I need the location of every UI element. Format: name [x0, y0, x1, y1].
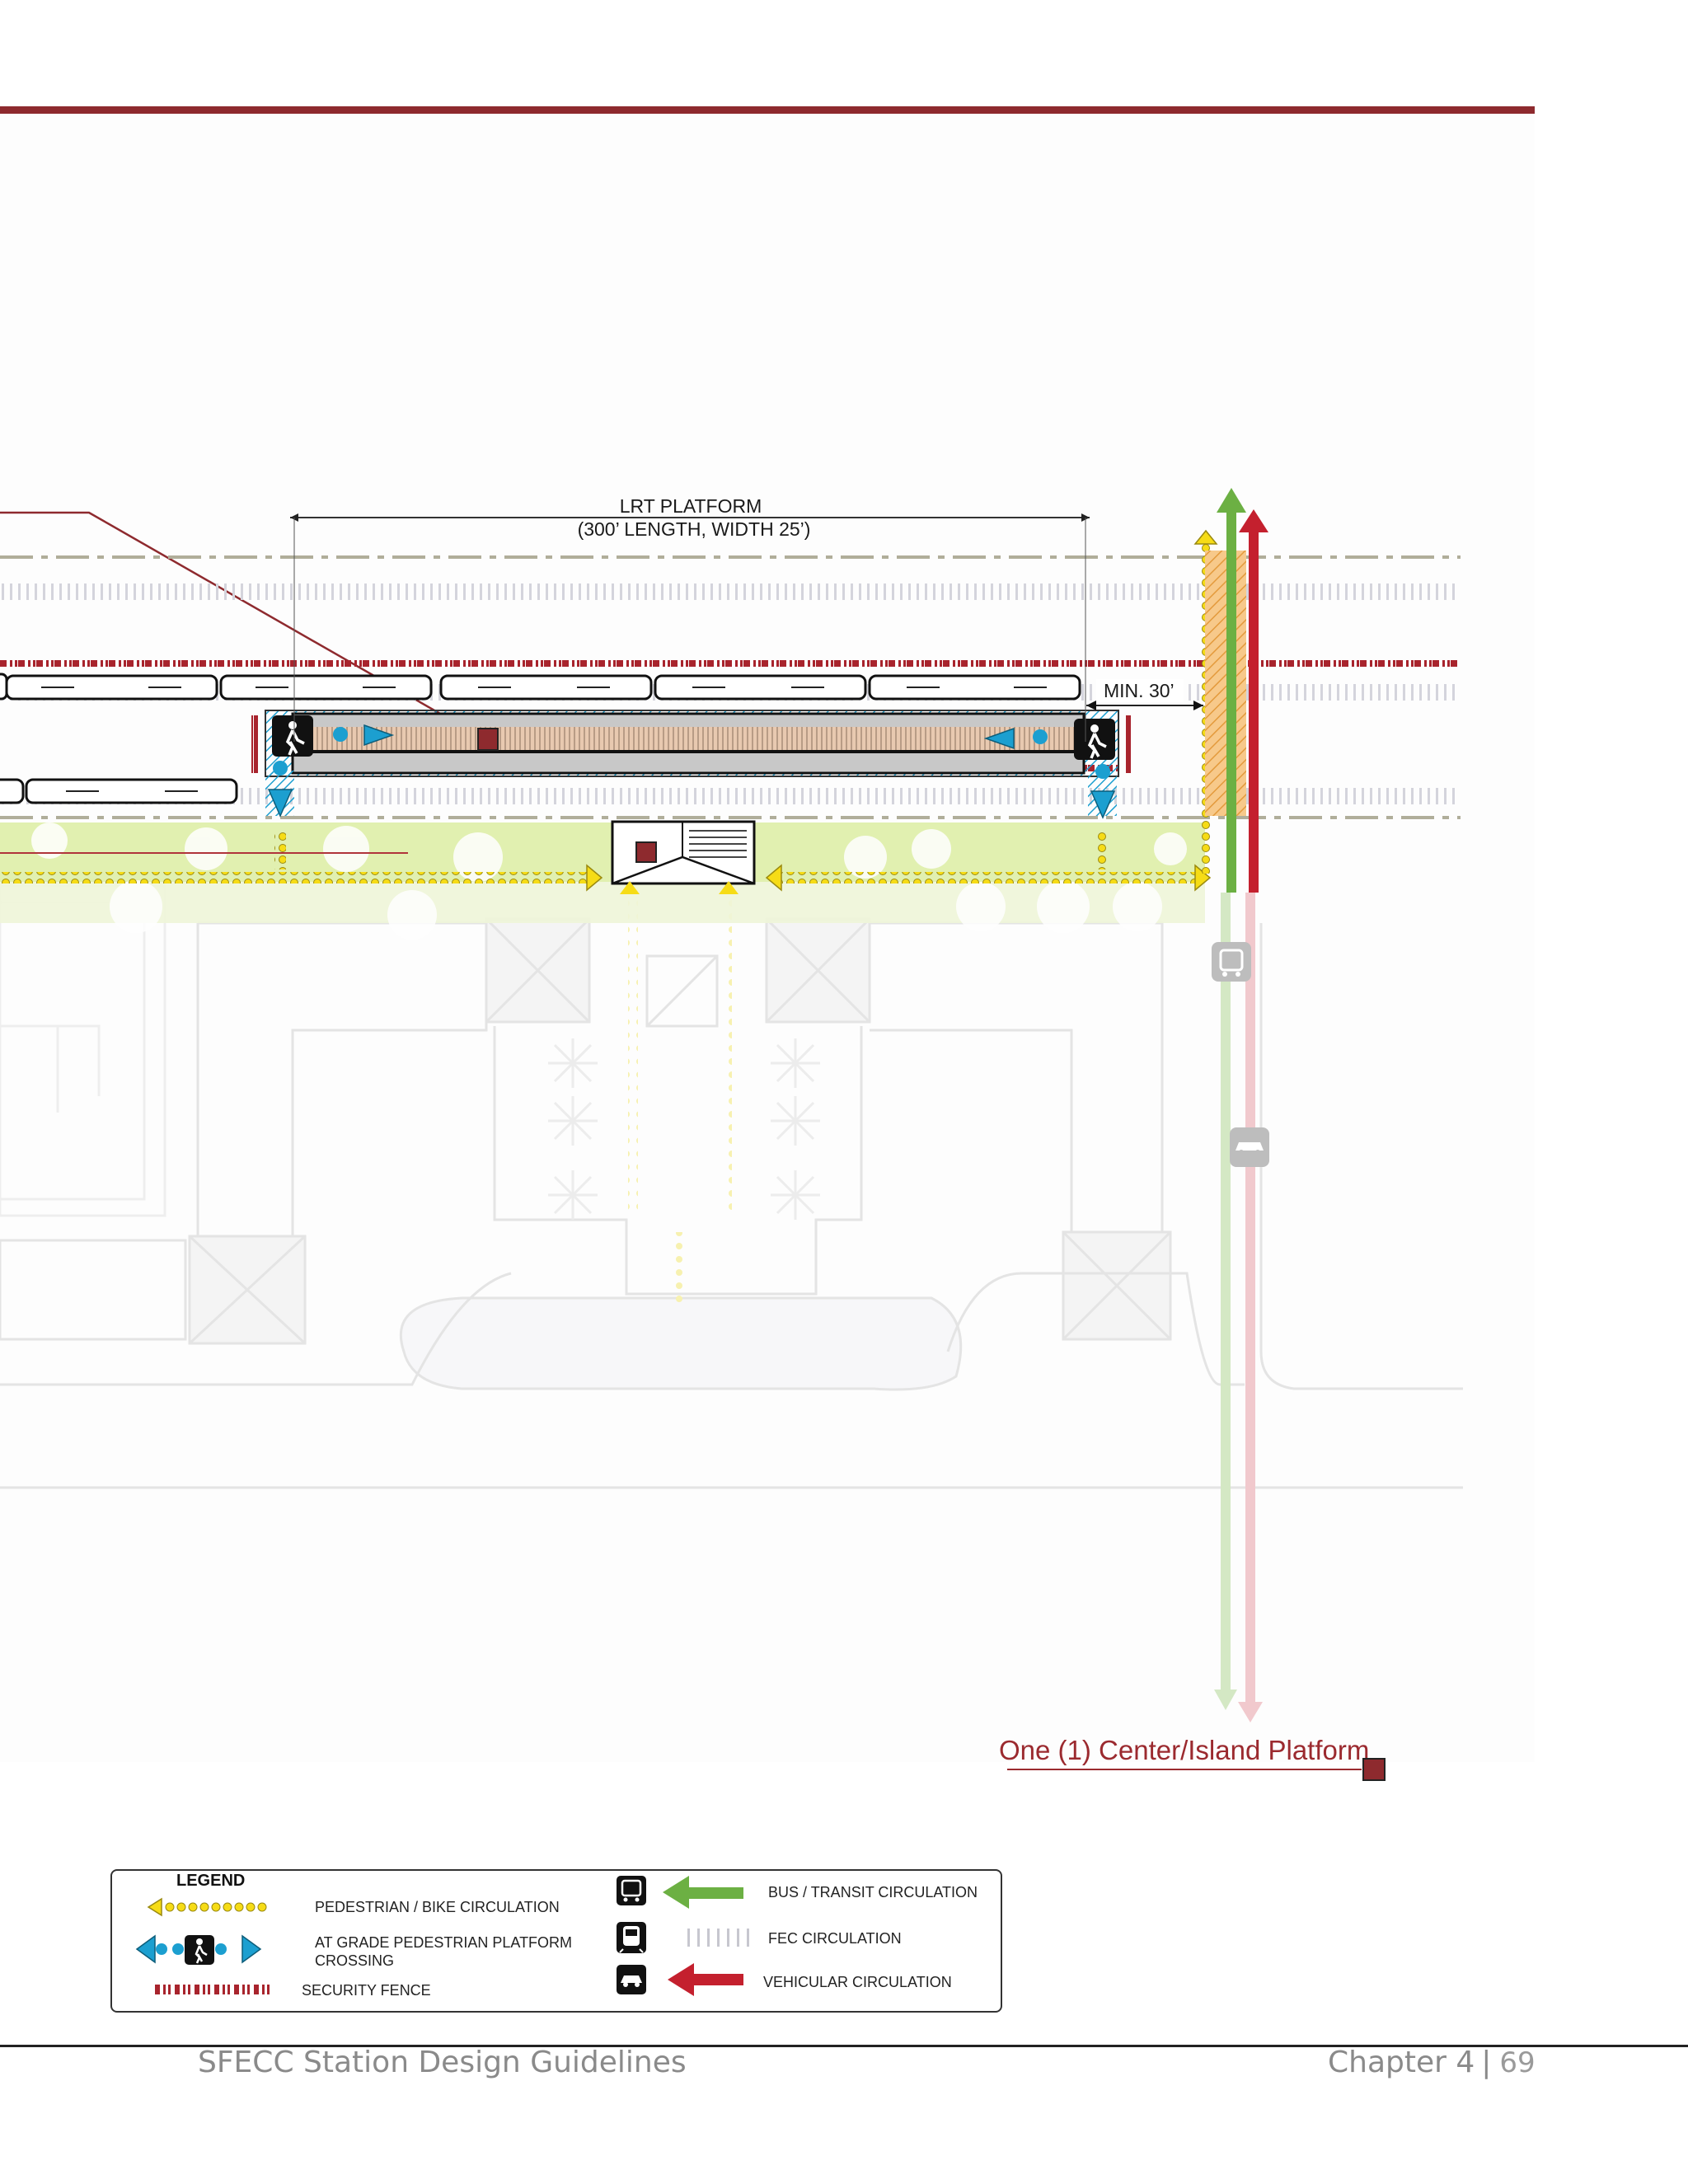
legend-title: LEGEND: [176, 1872, 246, 1890]
legend-bus-label: BUS / TRANSIT CIRCULATION: [768, 1884, 978, 1900]
platform-dimension-label-line1: LRT PLATFORM: [620, 495, 762, 517]
car-icon: [1230, 1127, 1269, 1167]
legend-crossing-symbol: [135, 1934, 262, 1965]
page: LRT PLATFORM (300’ LENGTH, WIDTH 25’) MI…: [0, 0, 1688, 2184]
legend-fence-symbol: [155, 1985, 270, 1994]
chapter-label: Chapter 4: [1328, 2046, 1475, 2079]
chapter-page-info: Chapter 4 | 69: [1328, 2046, 1536, 2079]
faint-pedestrian-paths: [628, 886, 732, 1306]
legend-fec-ties: [687, 1929, 749, 1947]
platform-marker: [477, 728, 499, 751]
legend-vehicular-arrow: [668, 1963, 743, 1996]
legend-crossing-label-line1: AT GRADE PEDESTRIAN PLATFORM: [315, 1934, 573, 1951]
legend-bus-arrow: [663, 1876, 743, 1909]
legend: LEGEND PEDESTRIAN / BIKE CIRCULATION AT …: [110, 1869, 1002, 2013]
legend-pedestrian-label: PEDESTRIAN / BIKE CIRCULATION: [315, 1899, 560, 1915]
platform-label-underline: [1007, 1769, 1362, 1770]
legend-crossing-label-line2: CROSSING: [315, 1952, 395, 1969]
bus-icon: [617, 1876, 646, 1905]
platform-dimension-label-line2: (300’ LENGTH, WIDTH 25’): [578, 518, 811, 540]
legend-vehicular-label: VEHICULAR CIRCULATION: [763, 1974, 952, 1990]
station-pavilion: [611, 820, 756, 885]
train-icon: [617, 1922, 646, 1953]
page-number: 69: [1499, 2046, 1536, 2079]
rail-cars-upper: [0, 673, 1081, 701]
footer-separator: |: [1481, 2046, 1492, 2079]
bus-stop-icon: [1212, 942, 1251, 982]
car-icon: [617, 1965, 646, 1994]
platform-dimension: [290, 513, 1090, 742]
platform-type-label: One (1) Center/Island Platform: [999, 1735, 1370, 1765]
corridor-hatch: [1205, 551, 1246, 816]
site-plan-diagram: LRT PLATFORM (300’ LENGTH, WIDTH 25’) MI…: [0, 488, 1463, 1722]
legend-pedestrian-symbol: [147, 1897, 267, 1917]
rail-cars-lower: [0, 778, 238, 804]
faint-trees: [548, 1038, 820, 1220]
callout-leader-line: [0, 511, 487, 742]
setback-label: MIN. 30’: [1104, 680, 1175, 701]
legend-fence-label: SECURITY FENCE: [302, 1982, 431, 1999]
document-title: SFECC Station Design Guidelines: [198, 2046, 687, 2079]
platform-label-marker: [1362, 1758, 1386, 1781]
legend-fec-label: FEC CIRCULATION: [768, 1930, 902, 1947]
